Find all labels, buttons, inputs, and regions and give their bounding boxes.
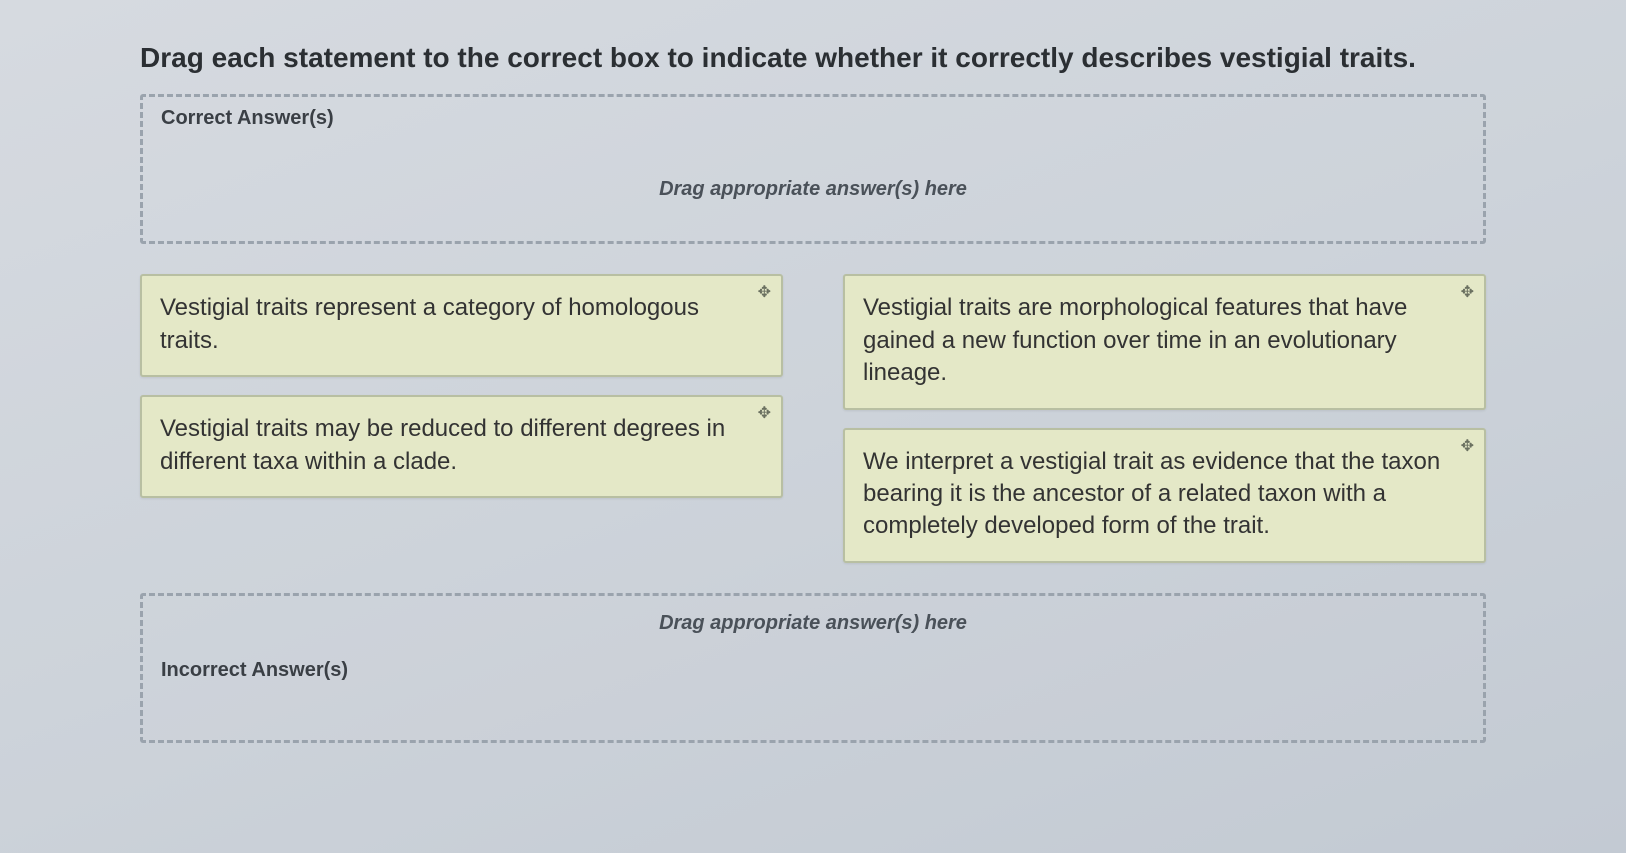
correct-drop-zone[interactable]: Correct Answer(s) Drag appropriate answe… [140, 94, 1486, 244]
move-icon: ✥ [758, 403, 771, 425]
answer-cards-area: ✥ Vestigial traits represent a category … [140, 274, 1486, 562]
question-prompt: Drag each statement to the correct box t… [140, 40, 1486, 76]
incorrect-drop-zone[interactable]: Drag appropriate answer(s) here Incorrec… [140, 593, 1486, 743]
answer-card[interactable]: ✥ Vestigial traits are morphological fea… [843, 274, 1486, 409]
card-text: Vestigial traits represent a category of… [160, 294, 699, 353]
card-text: Vestigial traits may be reduced to diffe… [160, 415, 725, 474]
move-icon: ✥ [1461, 282, 1474, 304]
card-text: We interpret a vestigial trait as eviden… [863, 448, 1440, 540]
move-icon: ✥ [758, 282, 771, 304]
move-icon: ✥ [1461, 436, 1474, 458]
question-stage: Drag each statement to the correct box t… [0, 0, 1626, 743]
correct-zone-label: Correct Answer(s) [161, 107, 1465, 130]
incorrect-zone-label: Incorrect Answer(s) [161, 659, 1465, 682]
answer-card[interactable]: ✥ Vestigial traits may be reduced to dif… [140, 395, 783, 498]
answer-card[interactable]: ✥ Vestigial traits represent a category … [140, 274, 783, 377]
card-text: Vestigial traits are morphological featu… [863, 294, 1407, 386]
correct-zone-placeholder: Drag appropriate answer(s) here [161, 160, 1465, 209]
cards-column-right: ✥ Vestigial traits are morphological fea… [843, 274, 1486, 562]
answer-card[interactable]: ✥ We interpret a vestigial trait as evid… [843, 428, 1486, 563]
cards-column-left: ✥ Vestigial traits represent a category … [140, 274, 783, 562]
incorrect-zone-placeholder: Drag appropriate answer(s) here [161, 606, 1465, 647]
